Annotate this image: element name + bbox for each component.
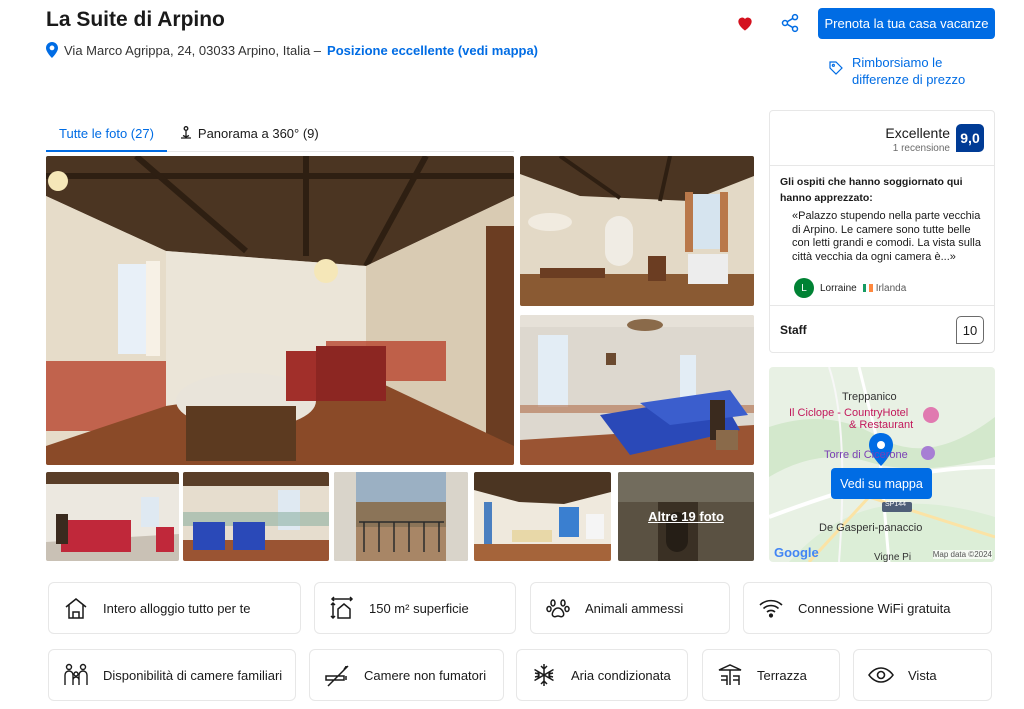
thumb-kitchen[interactable]	[474, 472, 611, 561]
share-icon[interactable]	[780, 13, 800, 33]
location-map-link[interactable]: Posizione eccellente (vedi mappa)	[327, 43, 538, 58]
facility-non-smoking: Camere non fumatori	[309, 649, 504, 701]
snowflake-icon	[534, 664, 554, 686]
map-pin-icon	[46, 42, 58, 58]
guests-liked-heading: Gli ospiti che hanno soggiornato qui han…	[780, 176, 963, 204]
rating-header: Excellente 1 recensione	[885, 125, 950, 154]
facility-terrace: Terrazza	[702, 649, 840, 701]
facility-family-rooms: Disponibilità di camere familiari	[48, 649, 296, 701]
map-road-label: SP144	[885, 501, 907, 508]
map-preview[interactable]: Treppanico Il Ciclope - CountryHotel & R…	[769, 367, 995, 562]
price-match-link[interactable]: Rimborsiamo le differenze di prezzo	[828, 54, 982, 88]
facility-air-conditioning: Aria condizionata	[516, 649, 688, 701]
reviewer-name: Lorraine	[820, 282, 857, 294]
map-label: Vigne Pi	[874, 552, 912, 562]
paw-icon	[546, 599, 570, 618]
price-match-text: Rimborsiamo le differenze di prezzo	[852, 55, 966, 87]
review-score-badge: 9,0	[956, 124, 984, 152]
tab-all-photos[interactable]: Tutte le foto (27)	[46, 112, 167, 152]
rating-word: Excellente	[885, 125, 950, 141]
more-photos-label: Altre 19 foto	[618, 472, 754, 561]
map-label: & Restaurant	[849, 419, 914, 431]
review-quote[interactable]: «Palazzo stupendo nella parte vecchia di…	[792, 210, 982, 264]
reviews-count[interactable]: 1 recensione	[885, 143, 950, 154]
terrace-icon	[718, 664, 742, 685]
map-label: Treppanico	[842, 391, 897, 403]
house-icon	[65, 598, 87, 619]
thumb-balcony-view[interactable]	[334, 472, 468, 561]
tab-panorama[interactable]: Panorama a 360° (9)	[167, 112, 332, 152]
price-tag-icon	[829, 61, 843, 75]
wifi-icon	[759, 599, 783, 618]
thumb-twin-room[interactable]	[183, 472, 329, 561]
address-line: Via Marco Agrippa, 24, 03033 Arpino, Ita…	[46, 42, 538, 58]
family-icon	[64, 663, 88, 685]
photo-blue-twin-room[interactable]	[520, 315, 754, 465]
ireland-flag-icon	[862, 284, 873, 292]
map-label: Torre di Cicerone	[824, 449, 908, 461]
facility-entire-place: Intero alloggio tutto per te	[48, 582, 301, 634]
avatar: L	[794, 278, 814, 298]
more-photos-thumbnail[interactable]: Altre 19 foto	[618, 472, 754, 561]
reviewer-info: L Lorraine Irlanda	[794, 278, 906, 298]
eye-icon	[868, 667, 894, 683]
main-photo-living-room[interactable]	[46, 156, 514, 465]
photo-study-room[interactable]	[520, 156, 754, 306]
divider	[770, 305, 994, 306]
property-title: La Suite di Arpino	[46, 8, 225, 31]
floor-area-icon	[330, 596, 354, 620]
google-logo: Google	[774, 545, 819, 560]
facility-pets-allowed: Animali ammessi	[530, 582, 730, 634]
heart-icon[interactable]	[735, 13, 755, 33]
no-smoking-icon	[325, 665, 349, 687]
map-data-attribution: Map data ©2024	[932, 550, 992, 559]
divider	[770, 165, 994, 166]
facility-view: Vista	[853, 649, 992, 701]
thumb-red-bed-room[interactable]	[46, 472, 179, 561]
gallery-tabs: Tutte le foto (27) Panorama a 360° (9)	[46, 112, 514, 152]
review-summary-card: Excellente 1 recensione 9,0 Gli ospiti c…	[769, 110, 995, 353]
facility-free-wifi: Connessione WiFi gratuita	[743, 582, 992, 634]
view-on-map-button[interactable]: Vedi su mappa	[831, 468, 932, 499]
reviewer-country: Irlanda	[862, 283, 906, 294]
map-label: De Gasperi-panaccio	[819, 522, 923, 534]
address-text: Via Marco Agrippa, 24, 03033 Arpino, Ita…	[64, 42, 322, 58]
map-label: Il Ciclope - CountryHotel	[789, 407, 909, 419]
staff-score-badge: 10	[956, 316, 984, 344]
staff-label: Staff	[780, 323, 807, 337]
panorama-360-icon	[180, 126, 191, 139]
book-button[interactable]: Prenota la tua casa vacanze	[818, 8, 995, 39]
facility-floor-area: 150 m² superficie	[314, 582, 516, 634]
